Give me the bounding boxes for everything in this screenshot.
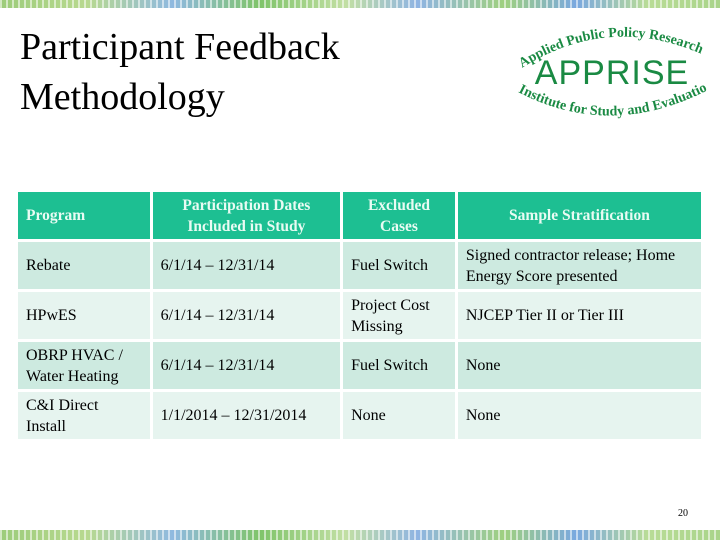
cell-stratification: None	[457, 392, 701, 442]
cell-dates: 1/1/2014 – 12/31/2014	[152, 392, 344, 442]
apprise-logo: Applied Public Policy Research APPRISE I…	[506, 9, 715, 130]
decorative-bottom-border	[0, 530, 720, 540]
cell-stratification: NJCEP Tier II or Tier III	[457, 292, 701, 342]
header-sample-stratification: Sample Stratification	[457, 192, 701, 242]
table-row: C&I Direct Install 1/1/2014 – 12/31/2014…	[18, 392, 701, 442]
cell-stratification: Signed contractor release; Home Energy S…	[457, 242, 701, 292]
logo-name: APPRISE	[535, 54, 689, 92]
header-participation-dates: Participation Dates Included in Study	[152, 192, 344, 242]
cell-excluded: Project Cost Missing	[343, 292, 458, 342]
slide-title: Participant Feedback Methodology	[20, 22, 340, 122]
table-header-row: Program Participation Dates Included in …	[18, 192, 701, 242]
cell-program: C&I Direct Install	[18, 392, 153, 442]
cell-excluded: Fuel Switch	[343, 342, 458, 392]
decorative-top-border	[0, 0, 720, 8]
cell-program: OBRP HVAC / Water Heating	[18, 342, 153, 392]
cell-dates: 6/1/14 – 12/31/14	[152, 242, 344, 292]
table-row: HPwES 6/1/14 – 12/31/14 Project Cost Mis…	[18, 292, 701, 342]
slide-title-line-1: Participant Feedback	[20, 26, 340, 68]
cell-excluded: Fuel Switch	[343, 242, 458, 292]
page-number: 20	[678, 508, 688, 519]
table-row: Rebate 6/1/14 – 12/31/14 Fuel Switch Sig…	[18, 242, 701, 292]
methodology-table: Program Participation Dates Included in …	[18, 192, 701, 442]
cell-excluded: None	[343, 392, 458, 442]
cell-dates: 6/1/14 – 12/31/14	[152, 342, 344, 392]
header-excluded-cases: Excluded Cases	[343, 192, 458, 242]
cell-program: HPwES	[18, 292, 153, 342]
slide-title-line-2: Methodology	[20, 76, 225, 118]
cell-stratification: None	[457, 342, 701, 392]
cell-program: Rebate	[18, 242, 153, 292]
table-row: OBRP HVAC / Water Heating 6/1/14 – 12/31…	[18, 342, 701, 392]
cell-dates: 6/1/14 – 12/31/14	[152, 292, 344, 342]
header-program: Program	[18, 192, 153, 242]
